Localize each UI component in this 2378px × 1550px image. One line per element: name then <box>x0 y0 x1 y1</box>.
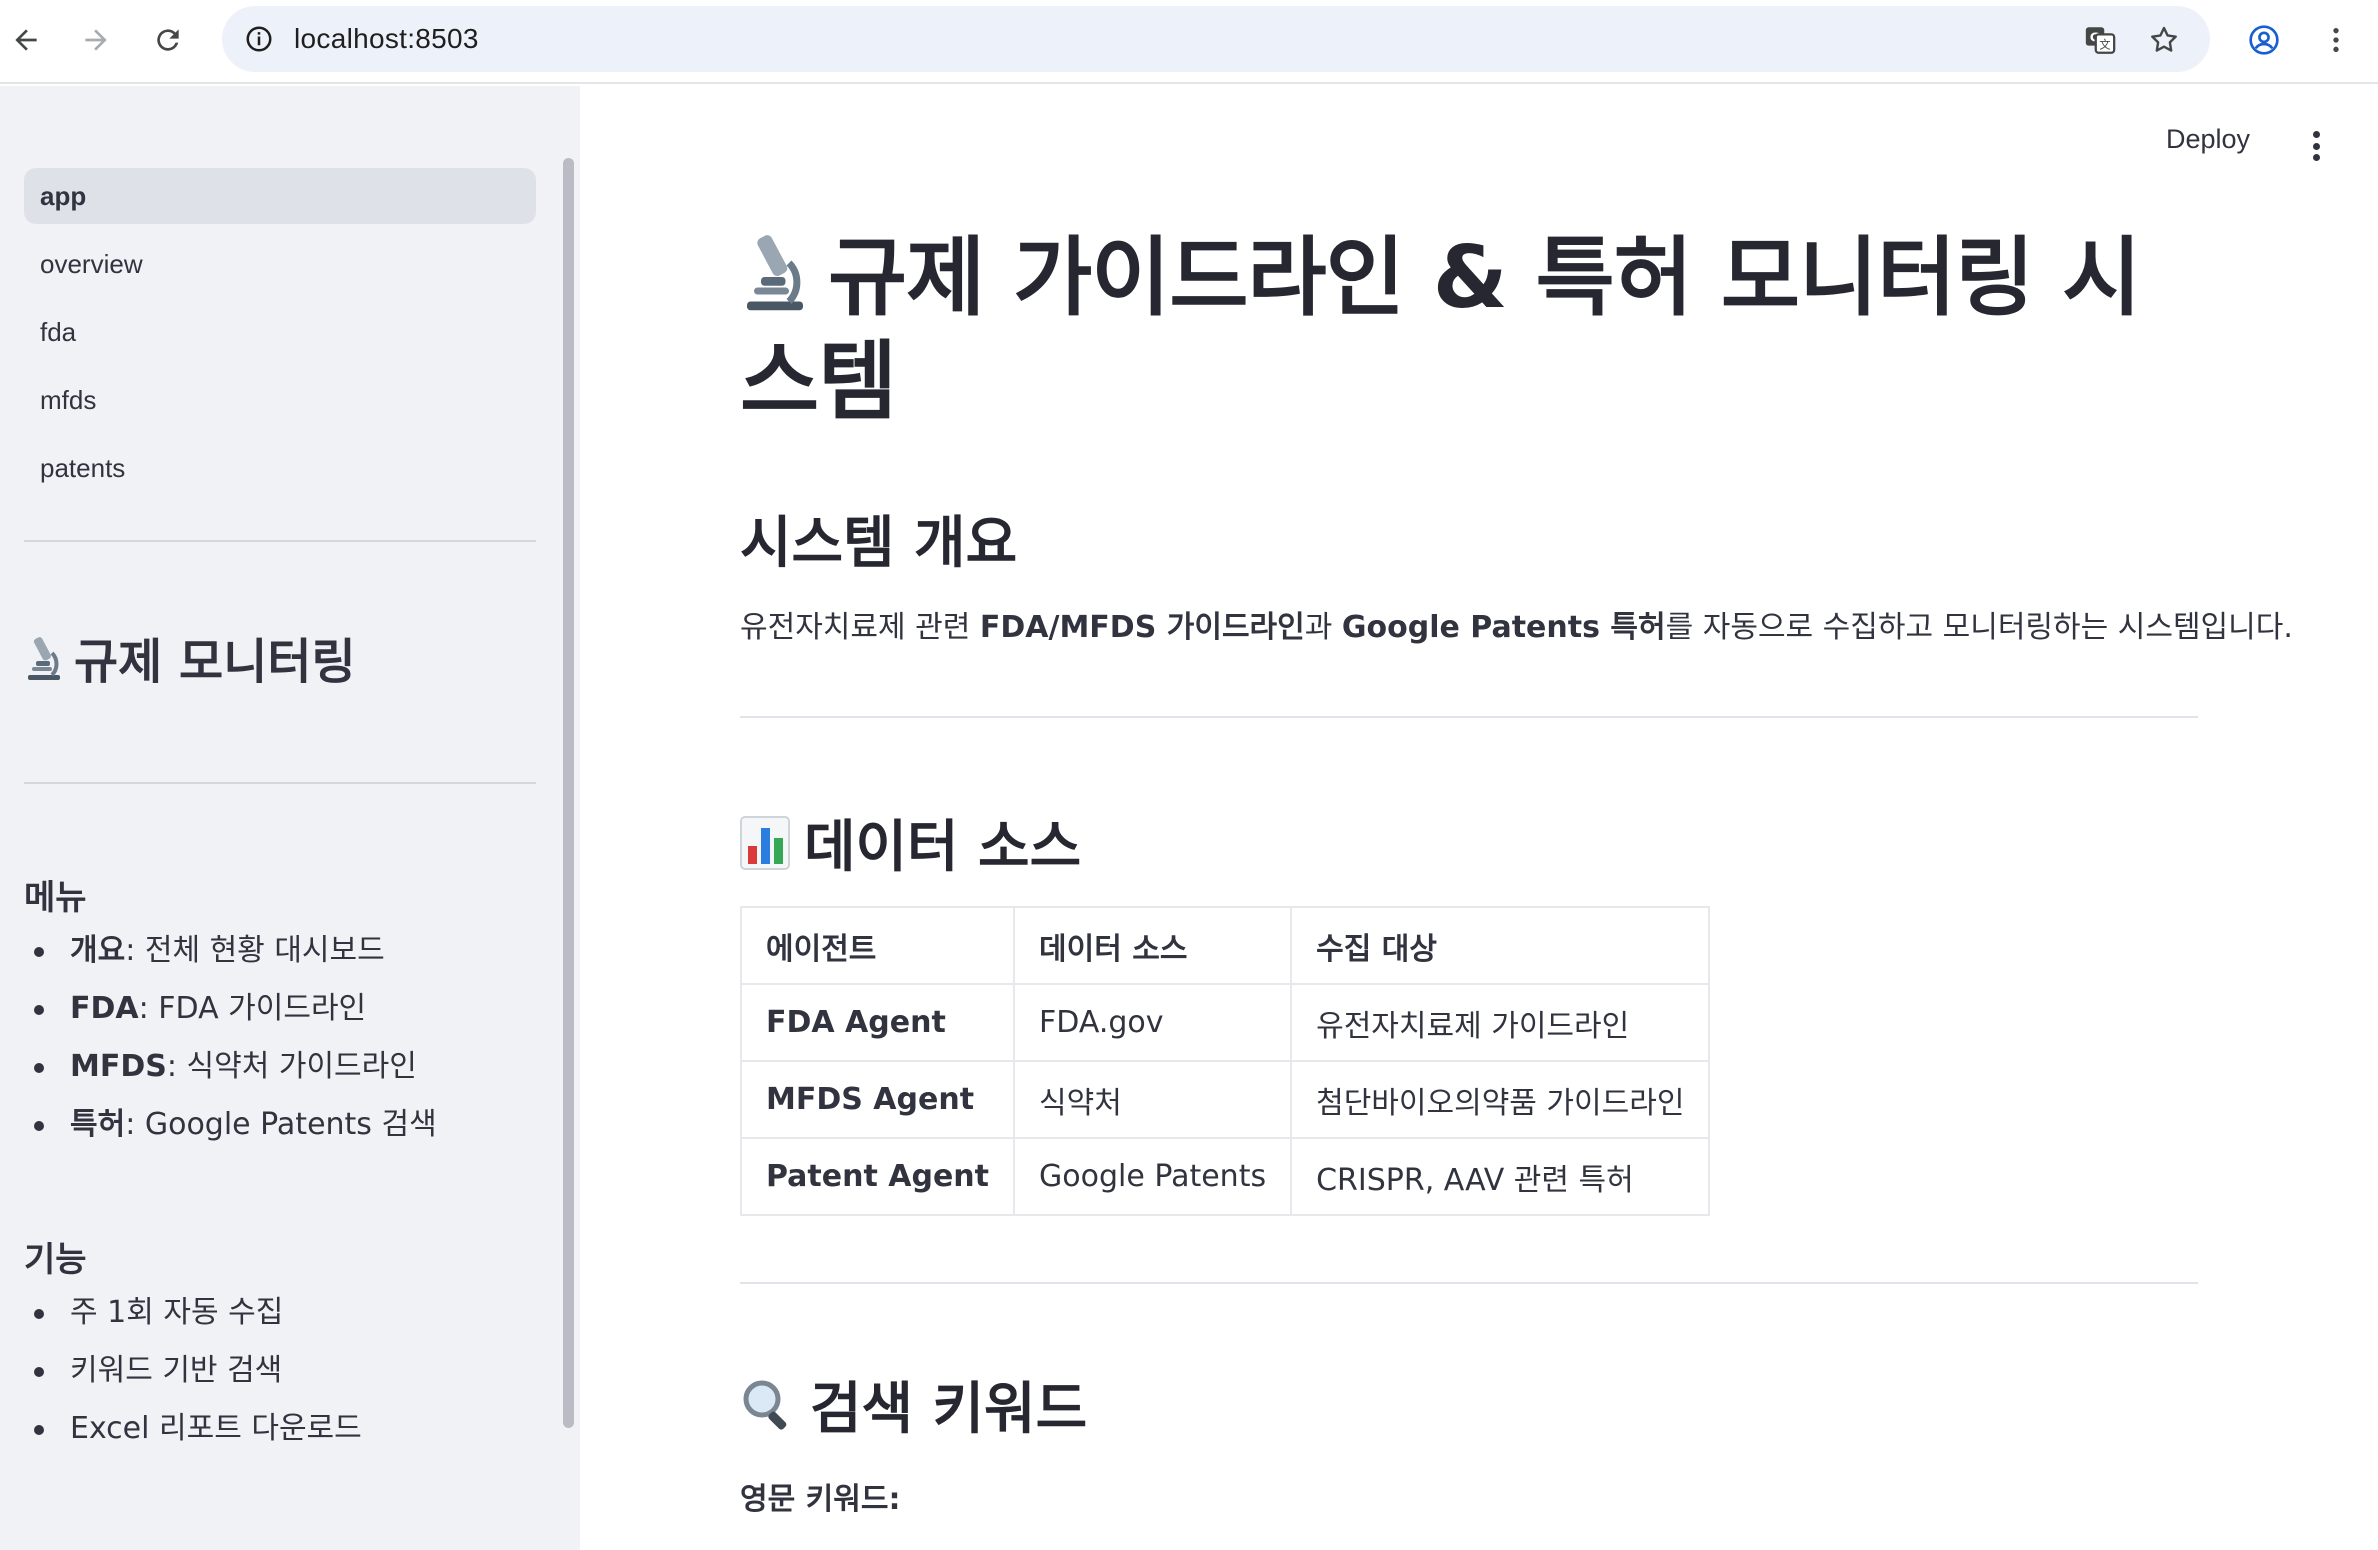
microscope-icon <box>740 227 810 313</box>
sources-heading-text: 데이터 소스 <box>804 815 1082 880</box>
table-row: FDA Agent FDA.gov 유전자치료제 가이드라인 <box>740 983 1711 1062</box>
sidebar-item-fda[interactable]: fda <box>24 304 536 360</box>
column-header: 수집 대상 <box>1290 906 1711 985</box>
table-cell: CRISPR, AAV 관련 특허 <box>1290 1137 1711 1216</box>
table-cell: FDA.gov <box>1012 983 1293 1062</box>
sidebar: app overview fda mfds patents 규제 모니터링 메뉴… <box>0 86 580 1550</box>
site-info-icon[interactable] <box>240 20 278 58</box>
features-list: 주 1회 자동 수집 키워드 기반 검색 Excel 리포트 다운로드 <box>24 1284 362 1458</box>
sidebar-divider <box>24 540 536 542</box>
profile-button[interactable] <box>2238 14 2290 66</box>
table-cell: Patent Agent <box>740 1137 1015 1216</box>
list-item: 개요: 전체 현황 대시보드 <box>24 922 437 980</box>
page-title: 규제 가이드라인 & 특허 모니터링 시스템 <box>740 226 2200 434</box>
deploy-button[interactable]: Deploy <box>2166 124 2250 155</box>
sidebar-item-overview[interactable]: overview <box>24 236 536 292</box>
translate-icon[interactable]: G文 <box>2080 20 2120 60</box>
reload-button[interactable] <box>142 14 194 66</box>
divider <box>740 1282 2198 1284</box>
forward-button[interactable] <box>70 14 122 66</box>
list-item: Excel 리포트 다운로드 <box>24 1400 362 1458</box>
list-item: 키워드 기반 검색 <box>24 1342 362 1400</box>
english-keywords-label: 영문 키워드: <box>740 1482 901 1517</box>
overview-heading: 시스템 개요 <box>740 498 1017 579</box>
url-text[interactable]: localhost:8503 <box>294 6 479 72</box>
microscope-icon <box>24 633 64 681</box>
page-title-text: 규제 가이드라인 & 특허 모니터링 시스템 <box>740 228 2141 432</box>
back-button[interactable] <box>0 14 52 66</box>
overview-paragraph: 유전자치료제 관련 FDA/MFDS 가이드라인과 Google Patents… <box>740 610 2293 645</box>
table-cell: FDA Agent <box>740 983 1015 1062</box>
features-heading: 기능 <box>24 1240 87 1280</box>
table-cell: MFDS Agent <box>740 1060 1015 1139</box>
data-sources-table: 에이전트 데이터 소스 수집 대상 FDA Agent FDA.gov 유전자치… <box>740 906 1711 1216</box>
browser-menu-button[interactable] <box>2310 14 2362 66</box>
overview-heading-text: 시스템 개요 <box>740 511 1018 576</box>
list-item: 특허: Google Patents 검색 <box>24 1096 437 1154</box>
more-vert-icon <box>2333 28 2339 52</box>
sidebar-item-patents[interactable]: patents <box>24 440 536 496</box>
svg-text:文: 文 <box>2099 38 2110 52</box>
menu-list: 개요: 전체 현황 대시보드 FDA: FDA 가이드라인 MFDS: 식약처 … <box>24 922 437 1154</box>
sources-heading: 데이터 소스 <box>740 802 1081 883</box>
table-cell: 유전자치료제 가이드라인 <box>1290 983 1711 1062</box>
magnifier-icon <box>740 1377 796 1433</box>
arrow-left-icon <box>15 29 37 51</box>
menu-heading: 메뉴 <box>24 878 87 918</box>
bookmark-star-icon[interactable] <box>2144 20 2184 60</box>
sidebar-item-mfds[interactable]: mfds <box>24 372 536 428</box>
browser-toolbar: localhost:8503 G文 <box>0 0 2378 84</box>
divider <box>740 716 2198 718</box>
list-item: MFDS: 식약처 가이드라인 <box>24 1038 437 1096</box>
sidebar-divider <box>24 782 536 784</box>
keywords-heading-text: 검색 키워드 <box>810 1377 1088 1442</box>
table-cell: 식약처 <box>1012 1060 1293 1139</box>
arrow-right-icon <box>85 29 107 51</box>
address-bar[interactable]: localhost:8503 G文 <box>222 6 2210 72</box>
column-header: 데이터 소스 <box>1012 906 1293 985</box>
list-item: 주 1회 자동 수집 <box>24 1284 362 1342</box>
sidebar-scrollbar[interactable] <box>563 158 574 1428</box>
sidebar-title-text: 규제 모니터링 <box>74 634 356 690</box>
more-vert-icon <box>2312 131 2320 138</box>
list-item: FDA: FDA 가이드라인 <box>24 980 437 1038</box>
app-menu-button[interactable] <box>2300 126 2332 166</box>
sidebar-item-app[interactable]: app <box>24 168 536 224</box>
bar-chart-icon <box>740 815 790 870</box>
table-cell: Google Patents <box>1012 1137 1293 1216</box>
account-circle-icon <box>2249 25 2279 55</box>
table-row: Patent Agent Google Patents CRISPR, AAV … <box>740 1137 1711 1216</box>
table-row: MFDS Agent 식약처 첨단바이오의약품 가이드라인 <box>740 1060 1711 1139</box>
keywords-heading: 검색 키워드 <box>740 1364 1087 1445</box>
table-header-row: 에이전트 데이터 소스 수집 대상 <box>740 906 1711 985</box>
sidebar-title: 규제 모니터링 <box>24 622 356 692</box>
column-header: 에이전트 <box>740 906 1015 985</box>
reload-icon <box>157 29 179 51</box>
table-cell: 첨단바이오의약품 가이드라인 <box>1290 1060 1711 1139</box>
sidebar-nav: app overview fda mfds patents <box>24 168 536 508</box>
